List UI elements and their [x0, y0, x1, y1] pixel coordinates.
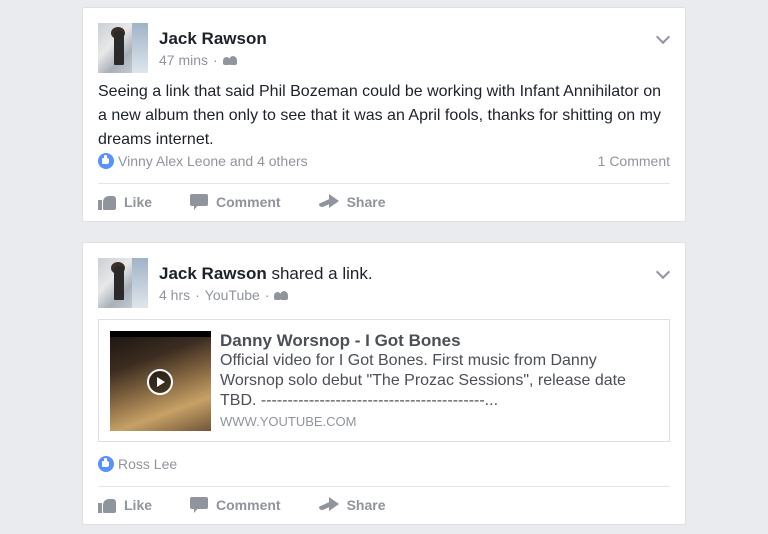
post-time[interactable]: 4 hrs: [159, 287, 190, 303]
meta-separator: ·: [264, 287, 270, 303]
reaction-names[interactable]: Vinny Alex Leone and 4 others: [118, 153, 308, 169]
share-action-text: shared a link.: [271, 264, 373, 283]
avatar[interactable]: [98, 258, 148, 308]
post-meta: 4 hrs · YouTube ·: [159, 287, 289, 303]
post-header: Jack Rawson: [159, 29, 267, 49]
like-reaction-icon: [98, 456, 114, 472]
meta-separator: ·: [213, 52, 218, 68]
comment-count[interactable]: 1 Comment: [598, 153, 670, 169]
thumbs-up-icon: [98, 497, 116, 513]
comment-button[interactable]: Comment: [190, 497, 281, 513]
friends-icon[interactable]: [274, 290, 289, 300]
comment-icon: [190, 497, 209, 513]
link-preview[interactable]: Danny Worsnop - I Got Bones Official vid…: [98, 319, 670, 442]
comment-label: Comment: [216, 194, 281, 210]
post-header: Jack Rawson shared a link.: [159, 264, 373, 284]
share-label: Share: [346, 194, 386, 210]
author-name[interactable]: Jack Rawson: [159, 264, 267, 283]
post-source[interactable]: YouTube: [205, 287, 260, 303]
friends-icon[interactable]: [222, 55, 237, 65]
share-button[interactable]: Share: [319, 194, 386, 210]
post-meta: 47 mins ·: [159, 52, 237, 68]
play-icon[interactable]: [147, 369, 173, 395]
like-label: Like: [124, 194, 153, 210]
reaction-row: Vinny Alex Leone and 4 others 1 Comment: [98, 153, 670, 169]
divider: [98, 486, 670, 487]
comment-label: Comment: [216, 497, 281, 513]
link-title[interactable]: Danny Worsnop - I Got Bones: [220, 331, 461, 351]
share-icon: [319, 194, 339, 210]
post-time[interactable]: 47 mins: [159, 52, 208, 68]
feed-post: Jack Rawson 47 mins · Seeing a link that…: [82, 7, 686, 222]
link-domain: WWW.YOUTUBE.COM: [220, 414, 357, 429]
thumbs-up-icon: [98, 194, 116, 210]
action-bar: Like Comment Share: [98, 490, 670, 520]
like-label: Like: [124, 497, 153, 513]
share-icon: [319, 497, 339, 513]
chevron-down-icon[interactable]: [655, 29, 671, 45]
avatar[interactable]: [98, 23, 148, 73]
video-thumbnail[interactable]: [110, 331, 211, 431]
reaction-names[interactable]: Ross Lee: [118, 456, 177, 472]
comment-button[interactable]: Comment: [190, 194, 281, 210]
post-text: Seeing a link that said Phil Bozeman cou…: [98, 83, 662, 148]
action-bar: Like Comment Share: [98, 187, 670, 217]
link-description: Official video for I Got Bones. First mu…: [220, 352, 626, 409]
like-reaction-icon: [98, 153, 114, 169]
share-label: Share: [346, 497, 386, 513]
share-button[interactable]: Share: [319, 497, 386, 513]
reaction-row: Ross Lee: [98, 456, 670, 472]
meta-separator: ·: [195, 287, 200, 303]
comment-icon: [190, 194, 209, 210]
like-button[interactable]: Like: [98, 194, 152, 210]
chevron-down-icon[interactable]: [655, 264, 671, 280]
feed-post: Jack Rawson shared a link. 4 hrs · YouTu…: [82, 242, 686, 525]
author-name[interactable]: Jack Rawson: [159, 29, 267, 48]
divider: [98, 183, 670, 184]
like-button[interactable]: Like: [98, 497, 152, 513]
